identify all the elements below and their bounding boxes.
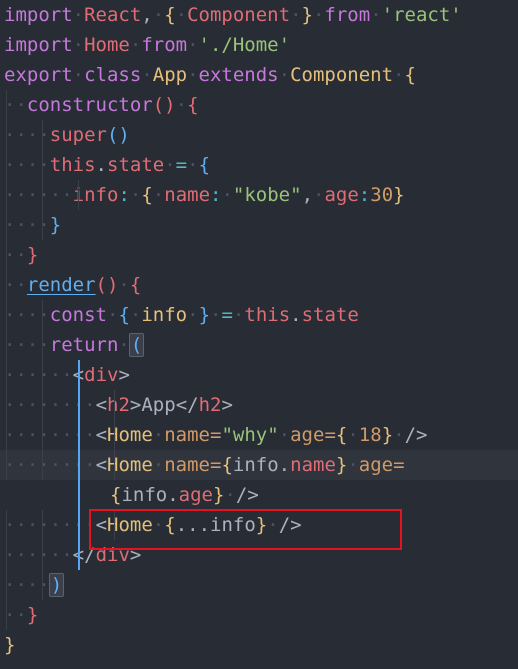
code-line[interactable]: import·Home·from·'./Home' — [0, 30, 518, 60]
code-line[interactable]: ····this.state·=·{ — [0, 150, 518, 180]
code-line[interactable]: ··} — [0, 240, 518, 270]
code-line[interactable]: ······info:·{·name:·"kobe",·age:30} — [0, 180, 518, 210]
code-line[interactable]: ··render()·{ — [0, 270, 518, 300]
code-line[interactable]: ····} — [0, 210, 518, 240]
code-line[interactable]: ······</div> — [0, 540, 518, 570]
code-line[interactable]: ········<Home·name="why"·age={·18}·/> — [0, 420, 518, 450]
code-line[interactable]: } — [0, 630, 518, 660]
code-line[interactable]: ····return·( — [0, 330, 518, 360]
code-line[interactable]: ····super() — [0, 120, 518, 150]
code-line-wrapped[interactable]: {info.age}·/> — [0, 480, 518, 510]
code-line[interactable]: ····const·{·info·}·=·this.state — [0, 300, 518, 330]
code-line[interactable]: ··constructor()·{ — [0, 90, 518, 120]
code-line[interactable]: export·class·App·extends·Component·{ — [0, 60, 518, 90]
code-line-annotated[interactable]: ········<Home·{...info}·/> — [0, 510, 518, 540]
code-editor[interactable]: import·React,·{·Component·}·from·'react'… — [0, 0, 518, 669]
code-line[interactable]: ········<h2>App</h2> — [0, 390, 518, 420]
code-line[interactable]: ··} — [0, 600, 518, 630]
code-line[interactable]: import·React,·{·Component·}·from·'react' — [0, 0, 518, 30]
code-line-current[interactable]: ········<Home·name={info.name}·age= — [0, 450, 518, 480]
code-line[interactable]: ······<div> — [0, 360, 518, 390]
code-line[interactable]: ····) — [0, 570, 518, 600]
bracket-match-close: ) — [48, 573, 65, 597]
bracket-match-open: ( — [128, 333, 145, 357]
